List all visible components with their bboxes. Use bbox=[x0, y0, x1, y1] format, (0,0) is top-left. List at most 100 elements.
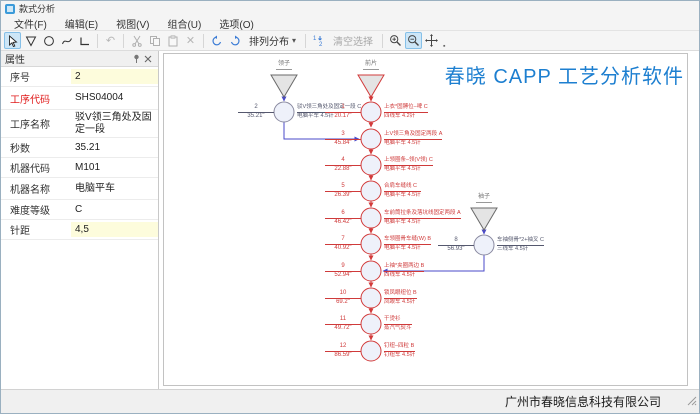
process-node[interactable] bbox=[361, 261, 381, 281]
toolbar-overflow-icon[interactable]: ▪ bbox=[443, 43, 445, 50]
source-triangle[interactable] bbox=[271, 75, 297, 97]
process-node[interactable] bbox=[361, 102, 381, 122]
node-number: 12 bbox=[325, 343, 361, 352]
node-machine: 电脑平车 4.5针 bbox=[384, 245, 421, 251]
property-value[interactable]: M101 bbox=[71, 160, 158, 176]
clear-selection-label: 清空选择 bbox=[333, 33, 373, 48]
node-number: 1 bbox=[325, 104, 361, 113]
zoom-out-icon[interactable] bbox=[405, 32, 422, 49]
property-row-process-name[interactable]: 工序名称 驳V领三角处及固定一段 bbox=[1, 110, 158, 138]
arrange-distribute-button[interactable]: 排列分布 bbox=[244, 32, 301, 49]
rotate-left-icon[interactable] bbox=[208, 32, 225, 49]
node-description: 合肩车缝线 C电脑平车 4.5针 bbox=[384, 183, 421, 199]
diagram-canvas[interactable]: 春晓 CAPP 工艺分析软件 领子前片袖子235.21"驳V领三角处及固定一段 … bbox=[159, 51, 699, 389]
circle-tool-icon[interactable] bbox=[40, 32, 57, 49]
property-row-seq[interactable]: 序号 2 bbox=[1, 67, 158, 87]
menu-group[interactable]: 组合(U) bbox=[158, 16, 210, 31]
menu-file[interactable]: 文件(F) bbox=[5, 16, 56, 31]
pin-icon[interactable] bbox=[130, 53, 142, 65]
process-node[interactable] bbox=[361, 208, 381, 228]
node-number: 10 bbox=[325, 290, 361, 299]
node-number: 9 bbox=[325, 263, 361, 272]
node-seconds: 35.21" bbox=[247, 113, 264, 119]
node-seconds: 20.17" bbox=[334, 113, 351, 119]
property-label: 机器名称 bbox=[1, 179, 71, 198]
property-value[interactable]: 35.21 bbox=[71, 140, 158, 156]
node-fraction: 1069.2" bbox=[325, 290, 361, 306]
company-name: 广州市春晓信息科技有限公司 bbox=[505, 393, 661, 410]
node-machine: 钉纽车 4.5针 bbox=[384, 352, 415, 358]
menu-edit[interactable]: 编辑(E) bbox=[56, 16, 107, 31]
source-triangle[interactable] bbox=[471, 208, 497, 230]
node-operation: 干烫衫 bbox=[384, 316, 412, 325]
process-node[interactable] bbox=[274, 102, 294, 122]
title-bar: 款式分析 bbox=[1, 1, 699, 16]
process-node[interactable] bbox=[361, 155, 381, 175]
node-description: 车袖侧骨*2+袖叉 C三线车 4.5针 bbox=[497, 237, 544, 253]
node-operation: 锁凤眼纽位 B bbox=[384, 290, 417, 299]
zoom-in-icon[interactable] bbox=[387, 32, 404, 49]
pan-icon[interactable] bbox=[423, 32, 440, 49]
arrange-distribute-label: 排列分布 bbox=[249, 33, 289, 48]
property-value[interactable]: 2 bbox=[71, 69, 158, 85]
node-machine: 电脑平车 4.5针 bbox=[384, 140, 421, 146]
node-seconds: 45.84" bbox=[334, 140, 351, 146]
node-number: 6 bbox=[325, 210, 361, 219]
properties-header: 属性 bbox=[1, 51, 158, 67]
menu-options[interactable]: 选项(O) bbox=[210, 16, 262, 31]
source-label: 领子 bbox=[276, 61, 292, 70]
source-label: 前片 bbox=[363, 61, 379, 70]
property-row-difficulty[interactable]: 难度等级 C bbox=[1, 200, 158, 220]
app-icon bbox=[5, 4, 15, 14]
node-machine: 电脑平车 4.5针 bbox=[384, 166, 421, 172]
source-triangle[interactable] bbox=[358, 75, 384, 97]
node-description: 上袖*夹圈两边 B四线车 4.5针 bbox=[384, 263, 424, 279]
delete-icon[interactable]: ✕ bbox=[182, 32, 199, 49]
node-operation: 钉纽–四粒 B bbox=[384, 343, 415, 352]
property-value[interactable]: C bbox=[71, 202, 158, 218]
property-row-machine-code[interactable]: 机器代码 M101 bbox=[1, 158, 158, 178]
node-description: 车前筒拉条及落坑线固定两段 A电脑平车 4.5针 bbox=[384, 210, 461, 226]
menu-bar: 文件(F) 编辑(E) 视图(V) 组合(U) 选项(O) bbox=[1, 16, 699, 30]
process-node[interactable] bbox=[361, 288, 381, 308]
property-row-seconds[interactable]: 秒数 35.21 bbox=[1, 138, 158, 158]
pointer-tool-icon[interactable] bbox=[4, 32, 21, 49]
clear-selection-button[interactable]: 清空选择 bbox=[328, 32, 378, 49]
app-window: 款式分析 文件(F) 编辑(E) 视图(V) 组合(U) 选项(O) ↶ bbox=[0, 0, 700, 414]
process-node[interactable] bbox=[361, 234, 381, 254]
property-row-process-code[interactable]: 工序代码 SHS04004 bbox=[1, 87, 158, 110]
resize-grip[interactable] bbox=[687, 393, 697, 411]
property-row-stitch[interactable]: 针距 4,5 bbox=[1, 220, 158, 240]
node-machine: 凤眼车 4.5针 bbox=[384, 299, 415, 305]
process-node[interactable] bbox=[361, 181, 381, 201]
process-node[interactable] bbox=[361, 314, 381, 334]
node-number: 2 bbox=[238, 104, 274, 113]
property-value[interactable]: 4,5 bbox=[71, 222, 158, 238]
svg-text:1: 1 bbox=[313, 36, 317, 42]
process-node[interactable] bbox=[361, 129, 381, 149]
triangle-tool-icon[interactable] bbox=[22, 32, 39, 49]
node-operation: 上领圈条–领(V领) C bbox=[384, 157, 433, 166]
property-value[interactable]: SHS04004 bbox=[71, 90, 158, 106]
menu-view[interactable]: 视图(V) bbox=[107, 16, 158, 31]
process-node[interactable] bbox=[361, 341, 381, 361]
close-icon[interactable] bbox=[142, 53, 154, 65]
rotate-right-icon[interactable] bbox=[226, 32, 243, 49]
undo-icon[interactable]: ↶ bbox=[102, 32, 119, 49]
node-description: 上衣*固膊位–啤 C四线车 4.2针 bbox=[384, 104, 428, 120]
curve-tool-icon[interactable] bbox=[58, 32, 75, 49]
process-node[interactable] bbox=[474, 235, 494, 255]
cut-icon[interactable] bbox=[128, 32, 145, 49]
property-value[interactable]: 电脑平车 bbox=[71, 181, 158, 197]
property-label: 序号 bbox=[1, 67, 71, 86]
connector-tool-icon[interactable] bbox=[76, 32, 93, 49]
renumber-icon[interactable]: 12 bbox=[310, 32, 327, 49]
property-value[interactable]: 驳V领三角处及固定一段 bbox=[71, 110, 158, 137]
node-number: 3 bbox=[325, 131, 361, 140]
node-seconds: 86.59" bbox=[334, 352, 351, 358]
property-row-machine-name[interactable]: 机器名称 电脑平车 bbox=[1, 178, 158, 200]
node-operation: 上衣*固膊位–啤 C bbox=[384, 104, 428, 113]
node-machine: 电脑平车 4.5针 bbox=[384, 192, 421, 198]
copy-icon[interactable] bbox=[146, 32, 163, 49]
paste-icon[interactable] bbox=[164, 32, 181, 49]
